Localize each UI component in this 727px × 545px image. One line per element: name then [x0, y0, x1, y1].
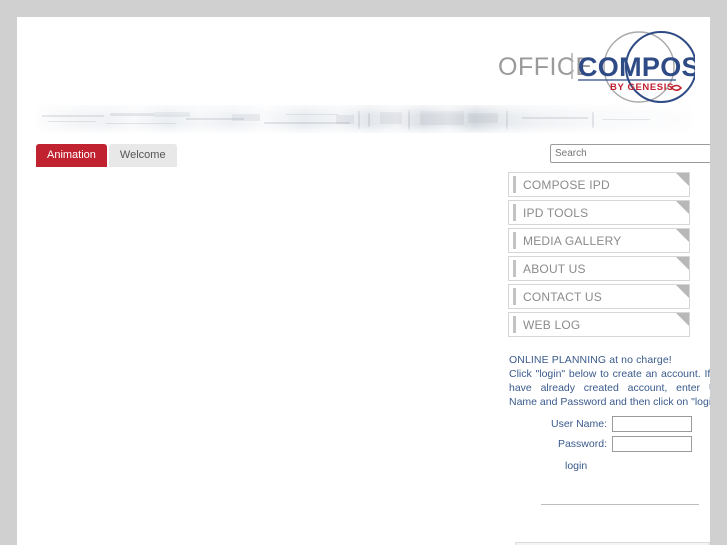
corner-fold-icon — [676, 229, 689, 242]
menu-item-ipd-tools[interactable]: IPD TOOLS — [508, 200, 690, 225]
corner-fold-icon — [676, 313, 689, 326]
logo-graphic: OFFICE COMPOSE BY GENESIS — [498, 31, 695, 103]
logo-word-compose: COMPOSE — [578, 52, 695, 82]
search-input[interactable] — [550, 144, 710, 163]
tab-animation-label: Animation — [47, 149, 96, 161]
password-input[interactable] — [612, 436, 692, 452]
login-link[interactable]: login — [565, 460, 587, 472]
username-row: User Name: — [487, 416, 692, 432]
logo-tagline: BY GENESIS — [610, 82, 674, 93]
login-link-row: login — [565, 456, 692, 474]
site-logo[interactable]: OFFICE COMPOSE BY GENESIS — [490, 29, 695, 107]
corner-fold-icon — [676, 285, 689, 298]
header-banner-image — [36, 105, 691, 133]
username-label: User Name: — [550, 418, 607, 430]
menu-item-label: MEDIA GALLERY — [523, 233, 622, 248]
menu-item-contact-us[interactable]: CONTACT US — [508, 284, 690, 309]
menu-accent-bar — [513, 232, 516, 249]
username-input[interactable] — [612, 416, 692, 432]
menu-accent-bar — [513, 176, 516, 193]
menu-item-label: WEB LOG — [523, 317, 581, 332]
login-instructions: ONLINE PLANNING at no charge! Click "log… — [509, 353, 710, 409]
menu-item-label: ABOUT US — [523, 261, 586, 276]
search-area — [550, 144, 710, 163]
tab-welcome[interactable]: Welcome — [108, 144, 177, 167]
main-navigation-menu: COMPOSE IPD IPD TOOLS MEDIA GALLERY ABOU… — [508, 172, 690, 340]
login-headline: ONLINE PLANNING at no charge! — [509, 354, 672, 366]
menu-accent-bar — [513, 316, 516, 333]
menu-accent-bar — [513, 204, 516, 221]
page-content-frame: OFFICE COMPOSE BY GENESIS — [17, 17, 710, 545]
menu-item-about-us[interactable]: ABOUT US — [508, 256, 690, 281]
menu-accent-bar — [513, 260, 516, 277]
section-divider — [541, 504, 699, 505]
tab-animation[interactable]: Animation — [36, 144, 107, 167]
menu-item-label: CONTACT US — [523, 289, 602, 304]
corner-fold-icon — [676, 173, 689, 186]
menu-item-compose-ipd[interactable]: COMPOSE IPD — [508, 172, 690, 197]
login-instruction-text: Click "login" below to create an account… — [509, 368, 710, 408]
menu-item-label: IPD TOOLS — [523, 205, 589, 220]
tab-welcome-label: Welcome — [119, 149, 166, 161]
login-form: User Name: Password: login — [487, 416, 692, 474]
menu-item-media-gallery[interactable]: MEDIA GALLERY — [508, 228, 690, 253]
menu-accent-bar — [513, 288, 516, 305]
password-label: Password: — [557, 438, 607, 450]
right-gutter — [710, 0, 727, 545]
menu-item-label: COMPOSE IPD — [523, 177, 610, 192]
menu-item-web-log[interactable]: WEB LOG — [508, 312, 690, 337]
corner-fold-icon — [676, 201, 689, 214]
password-row: Password: — [487, 436, 692, 452]
corner-fold-icon — [676, 257, 689, 270]
content-tabs: Animation Welcome — [36, 144, 177, 167]
